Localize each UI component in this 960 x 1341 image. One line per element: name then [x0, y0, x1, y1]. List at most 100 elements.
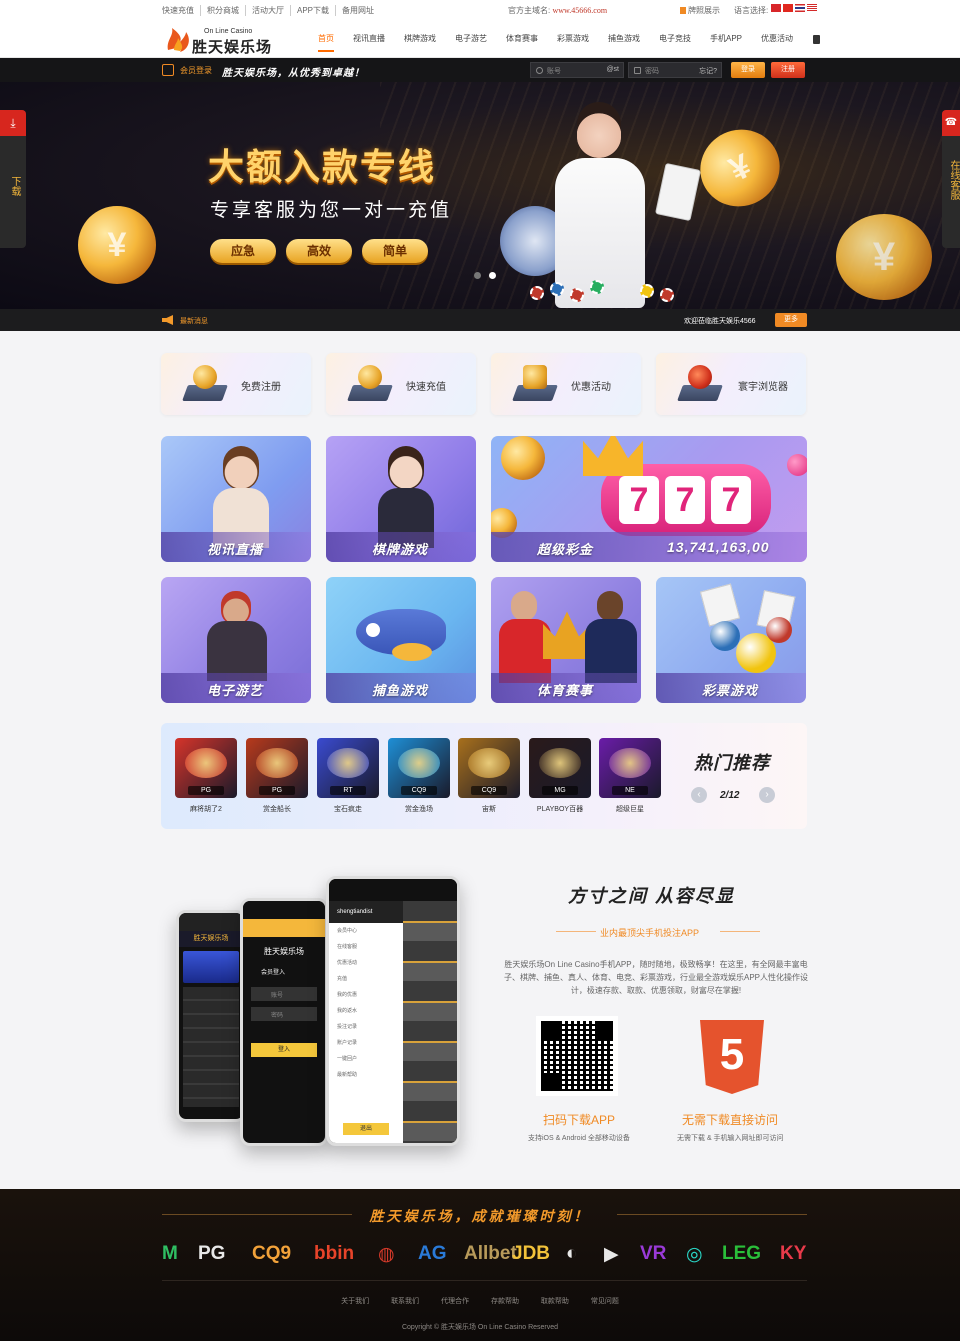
site-logo[interactable]: On Line Casino 胜天娱乐场: [164, 26, 274, 56]
nav-promotions[interactable]: 优惠活动: [761, 33, 793, 44]
register-button[interactable]: 注册: [771, 62, 805, 78]
tile-chess-cards[interactable]: 棋牌游戏: [326, 436, 476, 562]
domain-value[interactable]: www.45666.com: [552, 6, 607, 15]
phone3-menu-item: 我的返水: [337, 1008, 358, 1014]
footer-link-withdraw-help[interactable]: 取款帮助: [541, 1298, 569, 1305]
username-input[interactable]: 账号 @st: [530, 62, 624, 78]
top-link-events[interactable]: 活动大厅: [246, 5, 291, 16]
provider-logo[interactable]: ◍: [378, 1243, 395, 1265]
hot-game-item[interactable]: CQ9 宙斯: [458, 738, 520, 814]
password-input[interactable]: 密码 忘记?: [628, 62, 722, 78]
tile-super-jackpot[interactable]: 7 7 7 超级彩金 13,741,163,00: [491, 436, 807, 562]
provider-logo[interactable]: AG: [418, 1243, 447, 1265]
game-art: [398, 748, 440, 778]
hot-game-item[interactable]: NE 超级巨星: [599, 738, 661, 814]
crown-icon: [583, 436, 643, 476]
app-section-subtitle: 业内最顶尖手机投注APP: [600, 928, 700, 938]
provider-logo[interactable]: ▶: [604, 1243, 619, 1265]
flame-logo-icon: [167, 28, 189, 52]
hot-game-item[interactable]: PG 麻将胡了2: [175, 738, 237, 814]
flag-th-icon[interactable]: [795, 4, 805, 12]
nav-slots[interactable]: 电子游艺: [455, 33, 487, 44]
provider-logo[interactable]: ◐: [566, 1243, 577, 1265]
tile-fishing[interactable]: 捕鱼游戏: [326, 577, 476, 703]
download-side-tab[interactable]: ⤓ 下载: [0, 110, 26, 248]
next-arrow-icon[interactable]: ›: [759, 787, 775, 803]
flag-my-icon[interactable]: [807, 4, 817, 12]
footer-link-deposit-help[interactable]: 存款帮助: [491, 1298, 519, 1305]
tile-lottery[interactable]: 彩票游戏: [656, 577, 806, 703]
logo-subtitle: On Line Casino: [204, 28, 253, 35]
phone1-header: 胜天娱乐场: [179, 931, 243, 947]
service-side-tab[interactable]: ☎ 在线客服: [942, 110, 960, 248]
banner-pagination: [474, 272, 496, 279]
footer-link-contact[interactable]: 联系我们: [391, 1298, 419, 1305]
license-link[interactable]: 牌照展示: [680, 5, 720, 16]
quick-action-browser[interactable]: 寰宇浏览器: [656, 353, 806, 415]
coin-stack-icon: [346, 363, 393, 405]
footballer-right-image: [585, 591, 637, 683]
provider-logo[interactable]: CQ9: [252, 1243, 291, 1265]
hot-game-item[interactable]: PG 赏金船长: [246, 738, 308, 814]
provider-logo[interactable]: VR: [640, 1243, 666, 1265]
provider-logo[interactable]: M: [162, 1243, 178, 1265]
forgot-password-link[interactable]: 忘记?: [699, 66, 717, 76]
quick-action-label: 免费注册: [241, 382, 281, 393]
provider-logo[interactable]: JDB: [512, 1243, 550, 1265]
provider-logo[interactable]: LEG: [722, 1243, 761, 1265]
hot-game-item[interactable]: CQ9 赏金渔场: [388, 738, 450, 814]
game-thumbnail: CQ9: [388, 738, 450, 798]
hot-game-item[interactable]: MG PLAYBOY百器: [529, 738, 591, 814]
footer-link-agent[interactable]: 代理合作: [441, 1298, 469, 1305]
nav-chess[interactable]: 棋牌游戏: [404, 33, 436, 44]
license-icon: [680, 7, 686, 14]
footer-separator: [162, 1280, 807, 1281]
nav-live[interactable]: 视讯直播: [353, 33, 385, 44]
game-thumbnail: CQ9: [458, 738, 520, 798]
nav-sports[interactable]: 体育赛事: [506, 33, 538, 44]
nav-esports[interactable]: 电子竞技: [659, 33, 691, 44]
quick-action-promotions[interactable]: 优惠活动: [491, 353, 641, 415]
tile-live-casino[interactable]: 视讯直播: [161, 436, 311, 562]
prev-arrow-icon[interactable]: ‹: [691, 787, 707, 803]
nav-lottery[interactable]: 彩票游戏: [557, 33, 589, 44]
nav-home[interactable]: 首页: [318, 33, 334, 52]
service-side-label: 在线客服: [948, 160, 959, 200]
hot-page-indicator: 2/12: [720, 790, 740, 801]
top-link-app[interactable]: APP下载: [291, 5, 337, 16]
provider-logo[interactable]: ◎: [686, 1243, 703, 1265]
tile-slots[interactable]: 电子游艺: [161, 577, 311, 703]
top-link-backup-url[interactable]: 备用网址: [336, 5, 380, 16]
phone3-menu-item: 会员中心: [337, 928, 358, 934]
banner-dot[interactable]: [474, 272, 481, 279]
quick-action-recharge[interactable]: 快速充值: [326, 353, 476, 415]
tile-sports[interactable]: 体育赛事: [491, 577, 641, 703]
top-link-recharge[interactable]: 快速充值: [162, 5, 201, 16]
quick-action-register[interactable]: 免费注册: [161, 353, 311, 415]
hero-banner[interactable]: ¥ ¥ ¥ 大额入款专线 专享客服为您一对一充值 应急 高效 简单: [0, 82, 960, 309]
bingo-card-icon: [699, 583, 741, 627]
h5-access-title: 无需下载直接访问: [682, 1113, 779, 1127]
provider-logo[interactable]: bbin: [314, 1243, 354, 1265]
nav-fishing[interactable]: 捕鱼游戏: [608, 33, 640, 44]
html5-icon[interactable]: 5: [700, 1020, 764, 1094]
flag-hk-icon[interactable]: [771, 4, 781, 12]
flag-cn-icon[interactable]: [783, 4, 793, 12]
hot-game-item[interactable]: RT 宝石疯走: [317, 738, 379, 814]
provider-logo[interactable]: Allbet: [464, 1243, 517, 1265]
game-name: 宝石疯走: [334, 806, 362, 813]
game-provider-badge: CQ9: [471, 786, 507, 795]
mobile-device-icon[interactable]: [813, 35, 820, 44]
notice-message[interactable]: 欢迎莅临胜天娱乐4566: [684, 316, 756, 326]
lever-knob-icon: [787, 454, 807, 476]
provider-logo[interactable]: KY: [780, 1243, 806, 1265]
top-link-points-mall[interactable]: 积分商城: [201, 5, 246, 16]
notice-more-button[interactable]: 更多: [775, 313, 807, 327]
qr-code[interactable]: [536, 1016, 618, 1096]
nav-mobile-app[interactable]: 手机APP: [710, 33, 742, 44]
login-button[interactable]: 登录: [731, 62, 765, 78]
footer-link-faq[interactable]: 常见问题: [591, 1298, 619, 1305]
banner-dot-active[interactable]: [489, 272, 496, 279]
footer-link-about[interactable]: 关于我们: [341, 1298, 369, 1305]
provider-logo[interactable]: PG: [198, 1243, 225, 1265]
